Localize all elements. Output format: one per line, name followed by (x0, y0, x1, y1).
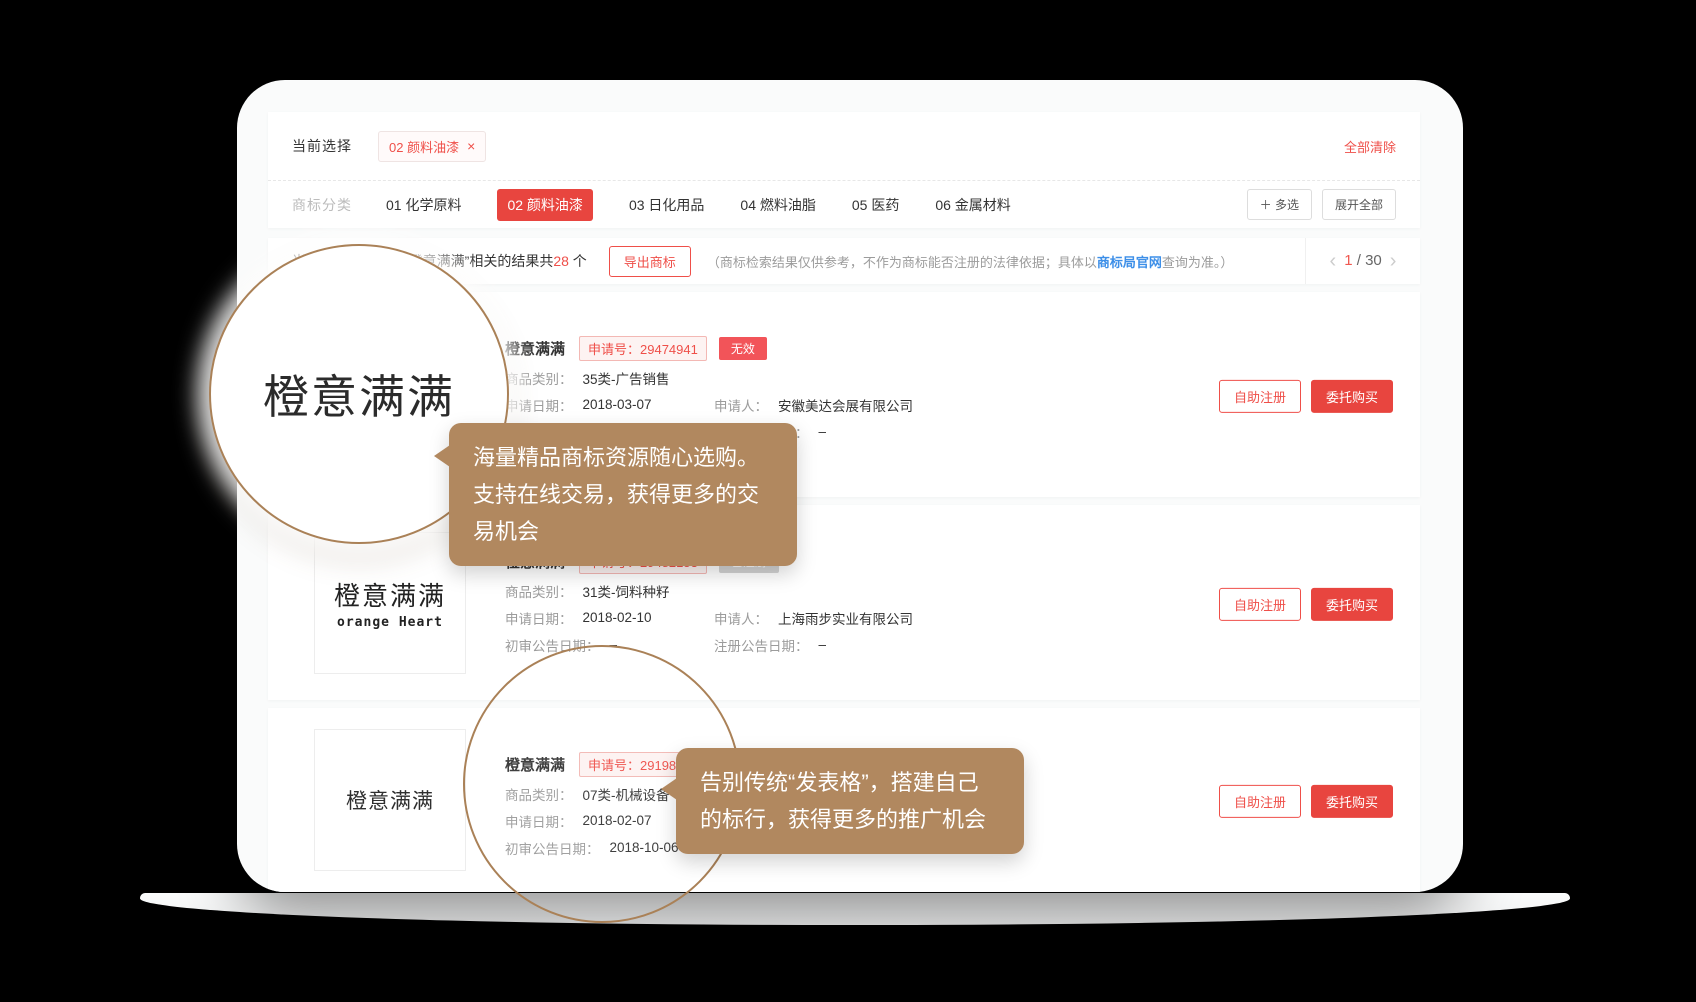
magnified-trademark-text: 橙意满满 (263, 361, 455, 427)
self-register-button[interactable]: 自助注册 (1219, 379, 1301, 412)
next-page-icon[interactable]: › (1390, 251, 1397, 271)
delegate-buy-button[interactable]: 委托购买 (1311, 587, 1393, 620)
current-selection-row: 当前选择 02 颜料油漆 × 全部清除 (268, 112, 1420, 181)
category-row: 商标分类 01 化学原料 02 颜料油漆 03 日化用品 04 燃料油脂 05 … (268, 181, 1420, 228)
field-value: 35类-广告销售 (583, 368, 670, 388)
tooltip-text: 告别传统“发表格”，搭建自己的标行，获得更多的推广机会 (700, 770, 986, 832)
tooltip-arrow-left-icon (434, 445, 450, 467)
field-value: 安徽美达会展有限公司 (778, 395, 913, 415)
prev-page-icon[interactable]: ‹ (1330, 251, 1337, 271)
row-actions: 自助注册 委托购买 (1219, 587, 1393, 620)
current-page: 1 (1344, 252, 1352, 269)
field-label: 注册公告日期： (714, 635, 809, 655)
trademark-thumbnail: 橙意满满 (314, 729, 466, 871)
application-number: 申请号：29474941 (579, 336, 707, 361)
clear-all-link[interactable]: 全部清除 (1344, 137, 1396, 156)
filter-panel: 当前选择 02 颜料油漆 × 全部清除 商标分类 01 化学原料 02 颜料油漆… (268, 112, 1420, 228)
row-actions: 自助注册 委托购买 (1219, 379, 1393, 412)
category-item-03[interactable]: 03 日化用品 (629, 195, 704, 215)
chip-label: 02 颜料油漆 (389, 137, 459, 156)
field-value: 上海雨步实业有限公司 (778, 608, 913, 628)
thumbnail-text: 橙意满满 (334, 576, 446, 613)
delegate-buy-button[interactable]: 委托购买 (1311, 785, 1393, 818)
field-label: 商品类别： (505, 581, 573, 601)
total-pages: 30 (1365, 252, 1382, 269)
trademark-thumbnail: 橙意满满 orange Heart (314, 532, 466, 674)
disclaimer-text: （商标检索结果仅供参考，不作为商标能否注册的法律依据；具体以商标局官网查询为准。… (707, 252, 1234, 271)
tooltip-arrow-left-icon (661, 778, 677, 800)
thumbnail-text: 橙意满满 (346, 785, 434, 815)
category-item-01[interactable]: 01 化学原料 (386, 195, 461, 215)
multi-select-button[interactable]: ＋ 多选 (1247, 189, 1312, 220)
results-count: 28 (553, 253, 569, 269)
export-trademarks-button[interactable]: 导出商标 (609, 246, 691, 277)
field-value: – (819, 424, 827, 439)
expand-all-button[interactable]: 展开全部 (1322, 189, 1396, 220)
category-item-06[interactable]: 06 金属材料 (935, 195, 1010, 215)
row-actions: 自助注册 委托购买 (1219, 785, 1393, 818)
pagination: ‹ 1 / 30 › (1305, 238, 1420, 284)
field-value: – (819, 637, 827, 652)
thumbnail-subtext: orange Heart (337, 615, 443, 630)
category-item-04[interactable]: 04 燃料油脂 (740, 195, 815, 215)
page-background: 当前选择 02 颜料油漆 × 全部清除 商标分类 01 化学原料 02 颜料油漆… (0, 0, 1696, 1002)
tooltip-text: 海量精品商标资源随心选购。支持在线交易，获得更多的交易机会 (473, 445, 759, 544)
field-label: 申请人： (714, 395, 768, 415)
field-label: 商品类别： (505, 368, 573, 388)
field-value: 31类-饲料种籽 (583, 581, 670, 601)
chip-close-icon[interactable]: × (467, 139, 475, 153)
field-label: 申请日期： (505, 395, 573, 415)
field-label: 申请日期： (505, 608, 573, 628)
status-badge: 无效 (719, 337, 767, 360)
laptop-base (140, 893, 1570, 925)
trademark-office-link[interactable]: 商标局官网 (1097, 255, 1162, 270)
self-register-button[interactable]: 自助注册 (1219, 785, 1301, 818)
field-value: 2018-03-07 (583, 397, 652, 412)
delegate-buy-button[interactable]: 委托购买 (1311, 379, 1393, 412)
selected-filter-chip[interactable]: 02 颜料油漆 × (378, 131, 486, 162)
trademark-name: 橙意满满 (505, 338, 565, 359)
page-separator: / (1353, 252, 1366, 269)
field-label: 申请人： (714, 608, 768, 628)
self-register-button[interactable]: 自助注册 (1219, 587, 1301, 620)
tooltip-promotion: 告别传统“发表格”，搭建自己的标行，获得更多的推广机会 (676, 748, 1024, 854)
disclaimer-pre: （商标检索结果仅供参考，不作为商标能否注册的法律依据；具体以 (707, 255, 1097, 270)
category-item-05[interactable]: 05 医药 (852, 195, 899, 215)
disclaimer-post: 查询为准。） (1162, 255, 1234, 270)
row-details: 橙意满满 申请号：29474941 无效 商品类别： 35类-广告销售 申请日期：… (505, 292, 1185, 441)
page-indicator: 1 / 30 (1344, 252, 1382, 270)
summary-unit: 个 (569, 253, 587, 269)
category-item-02-active[interactable]: 02 颜料油漆 (497, 189, 592, 221)
tooltip-marketplace: 海量精品商标资源随心选购。支持在线交易，获得更多的交易机会 (449, 423, 797, 566)
result-row: 橙意满满 orange Heart 橙意满满 申请号：29482153 已注册 … (268, 505, 1420, 700)
current-selection-label: 当前选择 (292, 136, 352, 156)
category-actions: ＋ 多选 展开全部 (1247, 189, 1396, 220)
category-row-label: 商标分类 (292, 195, 352, 215)
field-value: 2018-02-10 (583, 610, 652, 625)
